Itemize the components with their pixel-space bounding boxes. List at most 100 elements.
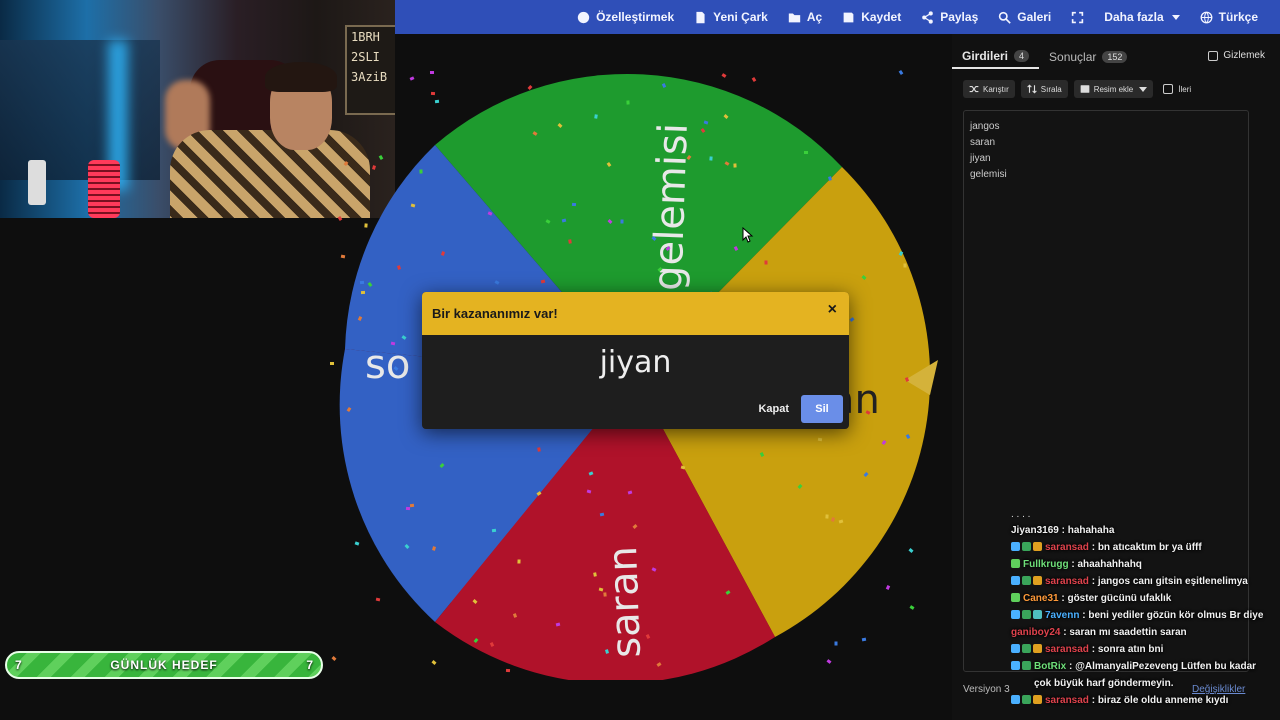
nav-open[interactable]: Aç <box>778 0 832 34</box>
chat-separator: : <box>1088 644 1098 655</box>
goal-label: GÜNLÜK HEDEF <box>110 658 218 672</box>
chat-badge-icon <box>1011 610 1020 619</box>
confetti-piece <box>505 668 511 673</box>
shuffle-label: Karıştır <box>983 84 1009 94</box>
chat-badge-icon <box>1033 644 1042 653</box>
chat-message: Cane31 : göster gücünü ufaklık <box>1011 590 1273 607</box>
chat-username[interactable]: ganiboy24 <box>1011 627 1060 638</box>
confetti-piece <box>598 587 604 592</box>
confetti-piece <box>594 114 598 119</box>
hide-checkbox[interactable] <box>1208 50 1219 61</box>
confetti-piece <box>586 489 592 494</box>
chat-badge-icon <box>1022 576 1031 585</box>
nav-open-label: Aç <box>806 10 823 24</box>
chat-username[interactable]: 7avenn <box>1045 610 1079 621</box>
palette-icon <box>577 11 590 23</box>
chat-message-content: saransad : jangos canı gitsin eşitleneli… <box>1045 573 1248 590</box>
chat-badge-icon <box>1022 610 1031 619</box>
chat-username[interactable]: Cane31 <box>1023 593 1059 604</box>
advanced-checkbox[interactable] <box>1163 84 1174 94</box>
advanced-toggle[interactable]: İleri <box>1163 84 1191 94</box>
shuffle-icon <box>969 85 979 93</box>
chat-message-content: saransad : sonra atın bni <box>1045 641 1163 658</box>
nav-share-label: Paylaş <box>940 10 979 24</box>
chat-badge-icon <box>1011 644 1020 653</box>
sort-button[interactable]: Sırala <box>1020 80 1068 98</box>
tab-entries[interactable]: Girdileri 4 <box>952 45 1040 69</box>
webcam-can <box>28 160 46 205</box>
chevron-down-icon <box>1171 14 1180 20</box>
webcam-lamp <box>88 160 120 218</box>
confetti-piece <box>620 219 624 224</box>
nav-more[interactable]: Daha fazla <box>1094 0 1189 34</box>
confetti-piece <box>825 514 829 519</box>
chat-message: BotRix : @AlmanyaliPezeveng Lütfen bu ka… <box>1011 658 1273 692</box>
confetti-piece <box>430 91 436 96</box>
confetti-piece <box>364 223 368 228</box>
confetti-piece <box>390 341 396 346</box>
chat-username[interactable]: Fullkrugg <box>1023 559 1069 570</box>
confetti-piece <box>359 280 365 285</box>
winner-name: jiyan <box>599 345 672 380</box>
hide-toggle[interactable]: Gizlemek <box>1208 50 1265 61</box>
chat-badge-icon <box>1022 644 1031 653</box>
confetti-piece <box>804 151 808 154</box>
sort-label: Sırala <box>1040 84 1062 94</box>
chat-message: saransad : bn atıcaktım br ya üfff <box>1011 539 1273 556</box>
confetti-piece <box>409 503 415 508</box>
globe-icon <box>1200 11 1213 23</box>
chat-badge-icon <box>1011 559 1020 568</box>
entry-item: jangos <box>970 121 1000 132</box>
nav-fullscreen[interactable] <box>1061 0 1094 34</box>
chat-username[interactable]: saransad <box>1045 542 1089 553</box>
winner-dialog-header: Bir kazananımız var! × <box>422 292 849 335</box>
chat-badge-icon <box>1011 542 1020 551</box>
chat-scroll-indicator: . . . . <box>1011 509 1031 520</box>
chat-badge-icon <box>1022 661 1031 670</box>
add-image-button[interactable]: Resim ekle <box>1073 80 1154 98</box>
chat-username[interactable]: saransad <box>1045 644 1089 655</box>
nav-gallery[interactable]: Galeri <box>988 0 1061 34</box>
tab-results[interactable]: Sonuçlar 152 <box>1039 46 1137 68</box>
board-line: 1BRH <box>351 30 380 44</box>
chat-badge-icon <box>1011 576 1020 585</box>
chat-message-content: Cane31 : göster gücünü ufaklık <box>1023 590 1171 607</box>
chat-username[interactable]: Jiyan3169 <box>1011 525 1059 536</box>
confetti-piece <box>817 437 823 442</box>
chat-message-content: saransad : biraz öle oldu anneme kıydı <box>1045 692 1228 709</box>
nav-customize[interactable]: Özelleştirmek <box>567 0 684 34</box>
chat-badges <box>1011 658 1031 670</box>
nav-share[interactable]: Paylaş <box>911 0 988 34</box>
shuffle-button[interactable]: Karıştır <box>963 80 1015 98</box>
chat-username[interactable]: BotRix <box>1034 661 1066 672</box>
chat-username[interactable]: saransad <box>1045 695 1089 706</box>
confetti-piece <box>709 156 713 161</box>
chat-text: göster gücünü ufaklık <box>1067 593 1172 604</box>
close-icon[interactable]: × <box>828 301 837 319</box>
chat-message-content: ganiboy24 : saran mı saadettin saran <box>1011 624 1187 641</box>
confetti-piece <box>340 254 346 259</box>
confetti-piece <box>360 290 366 295</box>
chat-badge-icon <box>1033 610 1042 619</box>
winner-dialog-actions: Kapat Sil <box>758 395 843 423</box>
webcam-person-hair <box>265 62 337 92</box>
file-icon <box>696 11 705 23</box>
confetti-piece <box>626 100 630 105</box>
chat-separator: : <box>1088 542 1098 553</box>
nav-language[interactable]: Türkçe <box>1190 0 1268 34</box>
nav-new-wheel-label: Yeni Çark <box>713 10 768 24</box>
top-navbar: Özelleştirmek Yeni Çark Aç Kaydet Paylaş… <box>395 0 1280 34</box>
folder-icon <box>788 12 801 22</box>
daily-goal-bar: 7 GÜNLÜK HEDEF 7 <box>5 651 323 679</box>
stream-chat-overlay: . . . . Jiyan3169 : hahahaha saransad : b… <box>1011 508 1273 709</box>
confetti-piece <box>571 202 577 207</box>
nav-new-wheel[interactable]: Yeni Çark <box>684 0 778 34</box>
delete-button[interactable]: Sil <box>801 395 843 423</box>
chat-badge-icon <box>1033 542 1042 551</box>
chat-username[interactable]: saransad <box>1045 576 1089 587</box>
nav-customize-label: Özelleştirmek <box>596 10 675 24</box>
close-button[interactable]: Kapat <box>758 403 789 415</box>
chat-separator: : <box>1058 525 1068 536</box>
tab-entries-count: 4 <box>1014 50 1030 62</box>
nav-save[interactable]: Kaydet <box>832 0 911 34</box>
